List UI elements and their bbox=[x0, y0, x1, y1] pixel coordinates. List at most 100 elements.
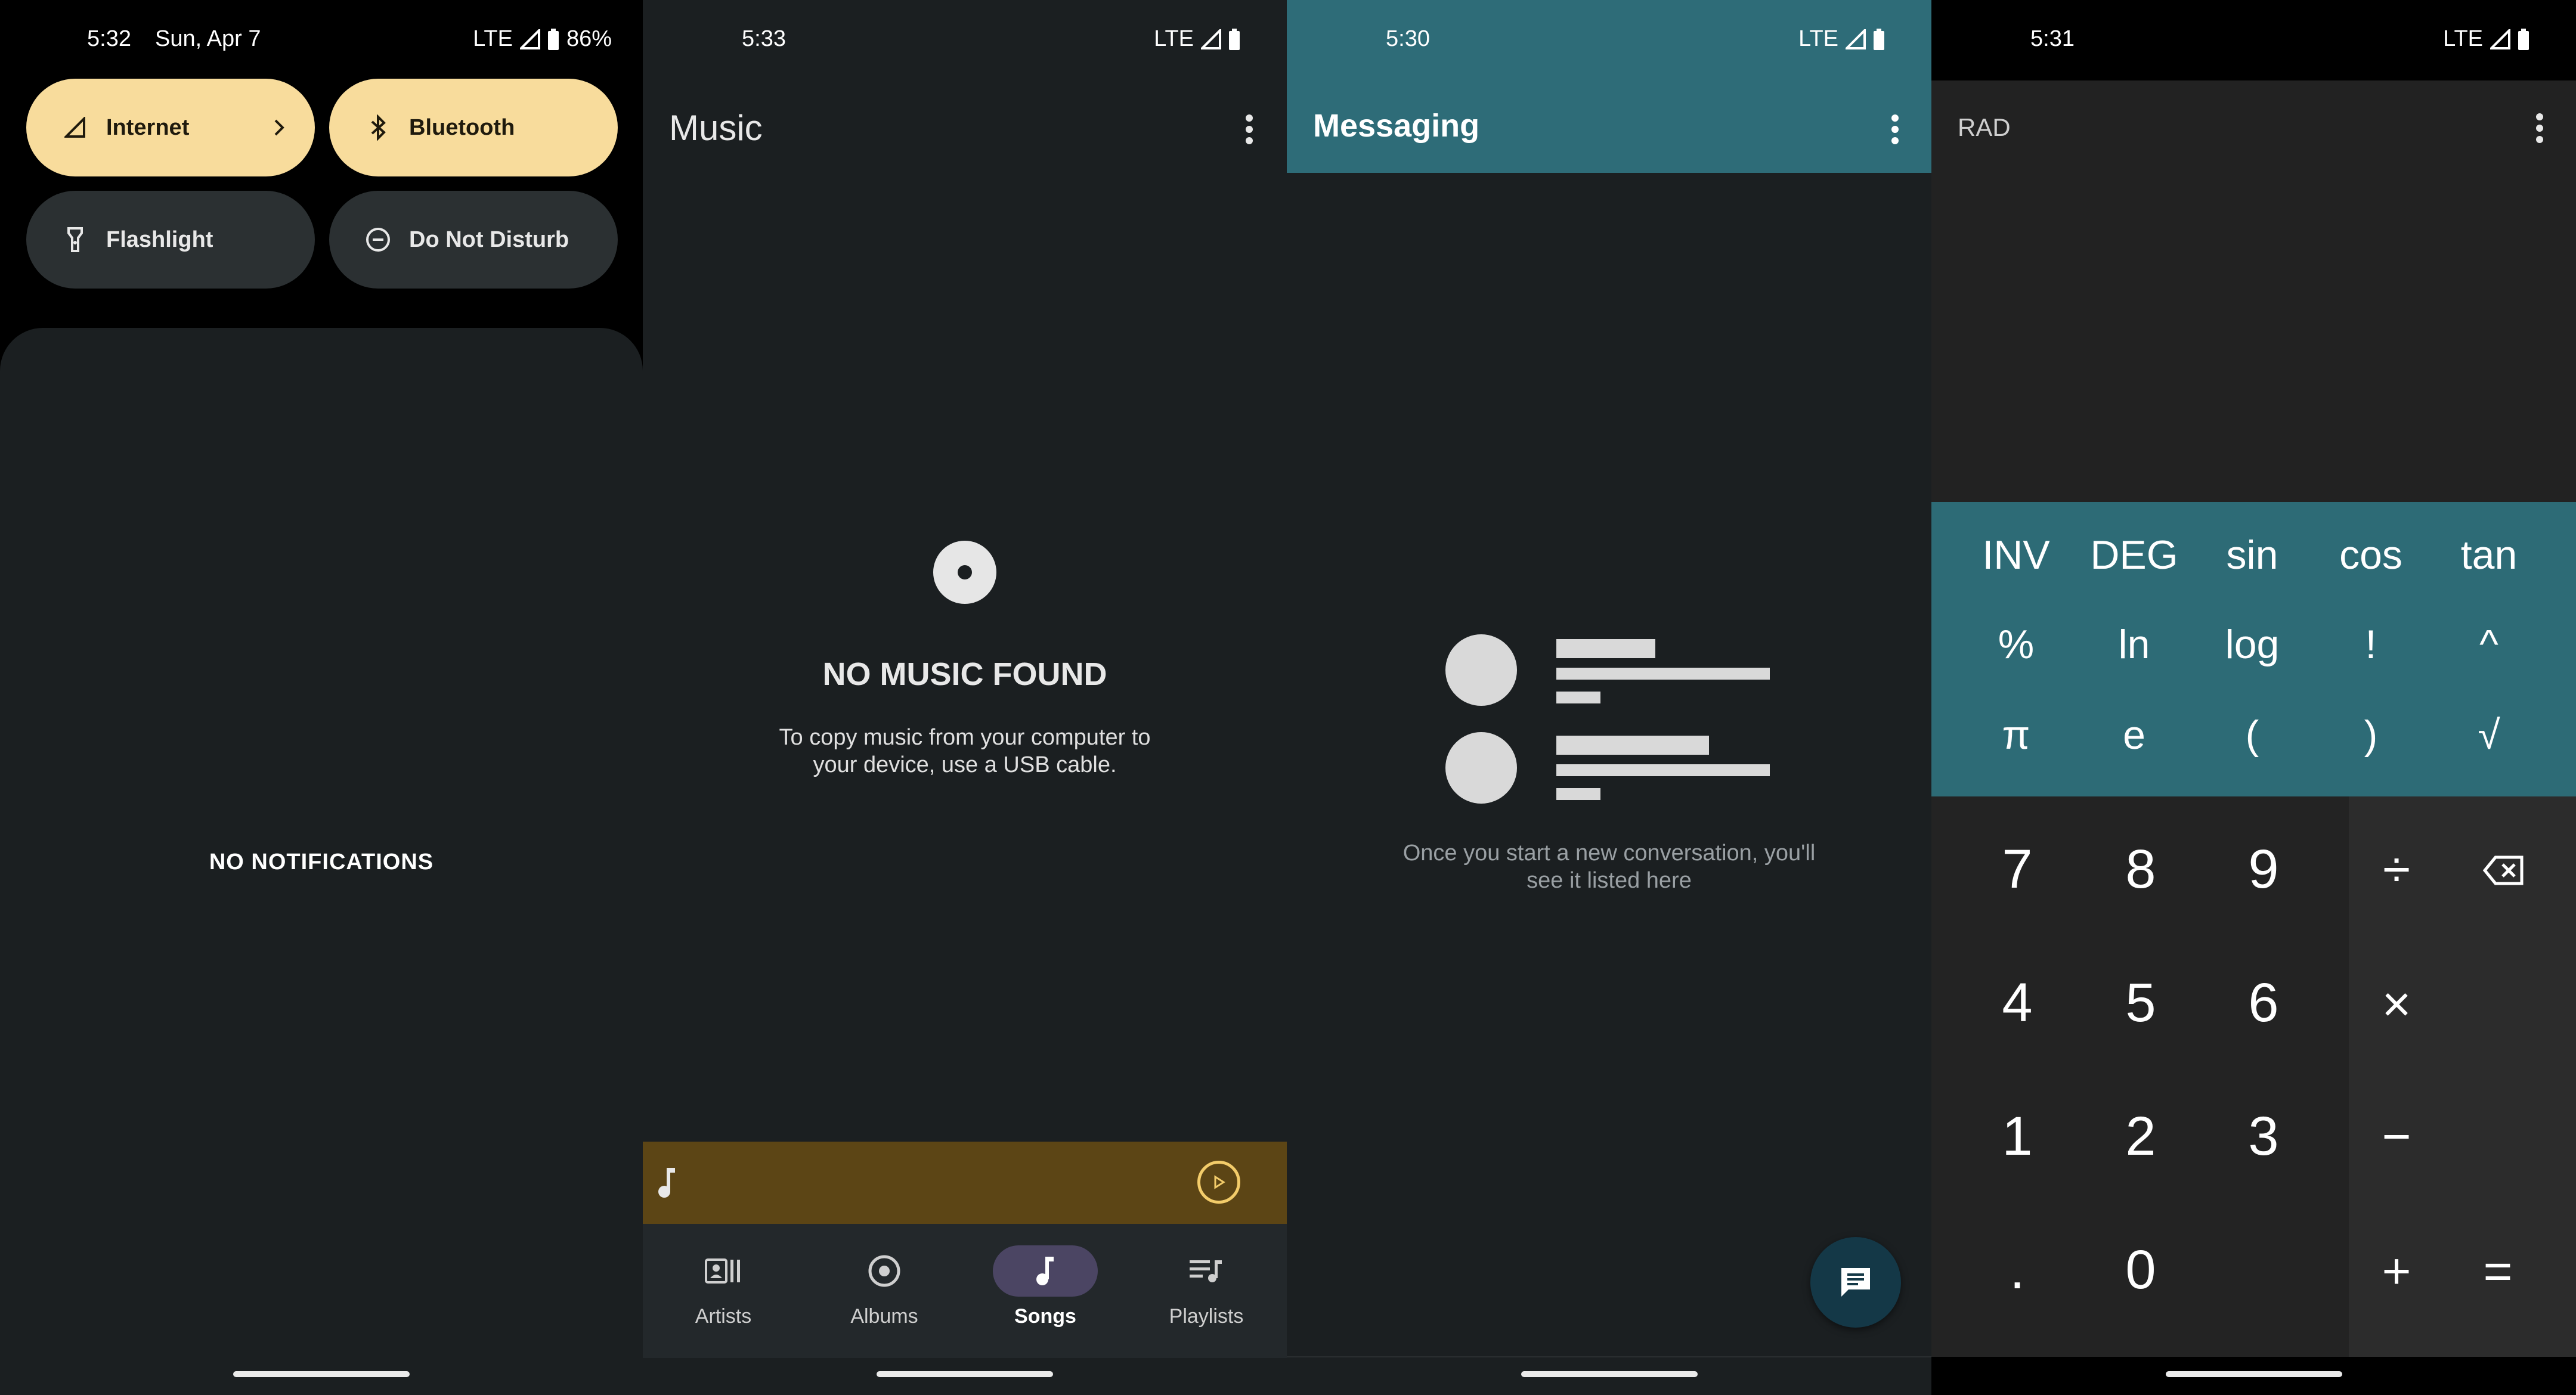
play-button[interactable] bbox=[1197, 1161, 1240, 1204]
status-time: 5:33 bbox=[742, 26, 786, 51]
key-4[interactable]: 4 bbox=[1958, 972, 2077, 1034]
tile-bluetooth[interactable]: Bluetooth bbox=[329, 79, 618, 176]
play-icon bbox=[1214, 1175, 1225, 1189]
tile-label: Do Not Disturb bbox=[409, 227, 569, 252]
gesture-nav-handle[interactable] bbox=[1521, 1371, 1698, 1377]
key-1[interactable]: 1 bbox=[1958, 1105, 2077, 1168]
gesture-nav-handle[interactable] bbox=[233, 1371, 410, 1377]
status-time: 5:30 bbox=[1386, 26, 1430, 51]
key-multiply[interactable]: × bbox=[2349, 975, 2444, 1033]
empty-message-line: Once you start a new conversation, you'l… bbox=[1402, 841, 1816, 866]
music-app-panel: 5:33 LTE Music NO MUSIC FOUND To copy mu… bbox=[643, 0, 1287, 1395]
music-note-icon bbox=[1036, 1257, 1054, 1285]
tile-label: Internet bbox=[106, 114, 190, 140]
key-3[interactable]: 3 bbox=[2204, 1105, 2323, 1168]
key-deg[interactable]: DEG bbox=[2075, 532, 2194, 578]
tile-do-not-disturb[interactable]: Do Not Disturb bbox=[329, 191, 618, 289]
album-icon bbox=[868, 1255, 900, 1287]
status-bar: 5:32 Sun, Apr 7 LTE 86% bbox=[0, 0, 643, 83]
tile-flashlight[interactable]: Flashlight bbox=[26, 191, 315, 289]
overflow-menu-icon[interactable] bbox=[1245, 114, 1253, 148]
overflow-menu-icon[interactable] bbox=[1891, 114, 1899, 148]
signal-icon bbox=[1201, 29, 1221, 49]
tile-internet[interactable]: Internet bbox=[26, 79, 315, 176]
key-tan[interactable]: tan bbox=[2429, 532, 2549, 578]
battery-percent: 86% bbox=[566, 26, 612, 51]
nav-label: Playlists bbox=[1169, 1305, 1244, 1328]
battery-icon bbox=[1874, 28, 1884, 50]
status-time: 5:31 bbox=[2030, 26, 2075, 51]
key-factorial[interactable]: ! bbox=[2311, 621, 2431, 668]
nav-label: Songs bbox=[1014, 1305, 1076, 1328]
key-6[interactable]: 6 bbox=[2204, 972, 2323, 1034]
new-conversation-button[interactable] bbox=[1810, 1237, 1901, 1328]
empty-message: To copy music from your computer to your… bbox=[643, 724, 1287, 779]
nav-songs[interactable]: Songs bbox=[965, 1245, 1126, 1328]
key-7[interactable]: 7 bbox=[1958, 838, 2077, 901]
key-5[interactable]: 5 bbox=[2081, 972, 2200, 1034]
number-keypad: 7 8 9 4 5 6 1 2 3 . 0 bbox=[1931, 796, 2349, 1357]
empty-notifications-text: NO NOTIFICATIONS bbox=[209, 850, 434, 875]
key-0[interactable]: 0 bbox=[2081, 1239, 2200, 1301]
key-inv[interactable]: INV bbox=[1956, 532, 2076, 578]
gesture-nav-handle[interactable] bbox=[2165, 1371, 2342, 1377]
key-pi[interactable]: π bbox=[1956, 712, 2076, 758]
nav-playlists[interactable]: Playlists bbox=[1126, 1245, 1287, 1328]
key-equals[interactable]: = bbox=[2450, 1242, 2546, 1300]
status-bar: 5:30 LTE bbox=[1287, 0, 1931, 83]
empty-message-line: To copy music from your computer to bbox=[779, 725, 1151, 750]
empty-title: NO MUSIC FOUND bbox=[822, 656, 1107, 692]
angle-mode-indicator: RAD bbox=[1958, 113, 2011, 141]
key-ln[interactable]: ln bbox=[2075, 621, 2194, 668]
key-divide[interactable]: ÷ bbox=[2349, 841, 2444, 898]
key-8[interactable]: 8 bbox=[2081, 838, 2200, 901]
key-e[interactable]: e bbox=[2075, 712, 2194, 758]
nav-label: Artists bbox=[695, 1305, 752, 1328]
key-sqrt[interactable]: √ bbox=[2429, 712, 2549, 758]
key-cos[interactable]: cos bbox=[2311, 532, 2431, 578]
network-type: LTE bbox=[473, 26, 513, 51]
empty-message-line: your device, use a USB cable. bbox=[813, 752, 1117, 777]
gesture-nav-handle[interactable] bbox=[877, 1371, 1053, 1377]
chevron-right-icon bbox=[271, 111, 289, 150]
nav-artists[interactable]: Artists bbox=[643, 1245, 804, 1328]
key-open-paren[interactable]: ( bbox=[2193, 712, 2312, 758]
network-type: LTE bbox=[1798, 26, 1838, 51]
key-sin[interactable]: sin bbox=[2193, 532, 2312, 578]
music-note-icon bbox=[655, 1164, 679, 1203]
messaging-app-panel: 5:30 LTE Messaging Once you start a new … bbox=[1287, 0, 1931, 1395]
scientific-keypad: INV DEG sin cos tan % ln log ! ^ π e ( )… bbox=[1931, 502, 2576, 796]
battery-icon bbox=[2518, 28, 2529, 50]
key-power[interactable]: ^ bbox=[2429, 621, 2549, 668]
backspace-icon bbox=[2482, 855, 2524, 885]
tile-label: Bluetooth bbox=[409, 114, 515, 140]
app-title: Messaging bbox=[1313, 108, 1480, 144]
do-not-disturb-icon bbox=[360, 227, 396, 252]
battery-icon bbox=[547, 28, 559, 50]
nav-label: Albums bbox=[850, 1305, 918, 1328]
signal-icon bbox=[57, 117, 93, 138]
backspace-button[interactable] bbox=[2456, 841, 2552, 900]
key-subtract[interactable]: − bbox=[2349, 1108, 2444, 1165]
key-2[interactable]: 2 bbox=[2081, 1105, 2200, 1168]
status-bar: 5:33 LTE bbox=[643, 0, 1287, 83]
status-time: 5:32 bbox=[87, 26, 131, 51]
key-9[interactable]: 9 bbox=[2204, 838, 2323, 901]
key-close-paren[interactable]: ) bbox=[2311, 712, 2431, 758]
battery-icon bbox=[1229, 28, 1240, 50]
key-log[interactable]: log bbox=[2193, 621, 2312, 668]
bluetooth-icon bbox=[360, 114, 396, 141]
signal-icon bbox=[519, 29, 540, 49]
mini-player[interactable] bbox=[643, 1142, 1287, 1224]
key-decimal[interactable]: . bbox=[1958, 1239, 2077, 1301]
overflow-menu-icon[interactable] bbox=[2535, 113, 2544, 147]
empty-message-line: see it listed here bbox=[1527, 868, 1692, 893]
chat-icon bbox=[1841, 1268, 1870, 1297]
nav-albums[interactable]: Albums bbox=[804, 1245, 965, 1328]
network-type: LTE bbox=[2443, 26, 2483, 51]
playlist-icon bbox=[1190, 1260, 1222, 1282]
operator-keypad: ÷ × − + = bbox=[2349, 796, 2576, 1357]
notification-shade-panel: 5:32 Sun, Apr 7 LTE 86% Internet Bluetoo… bbox=[0, 0, 643, 1395]
key-percent[interactable]: % bbox=[1956, 621, 2076, 668]
key-add[interactable]: + bbox=[2349, 1242, 2444, 1300]
